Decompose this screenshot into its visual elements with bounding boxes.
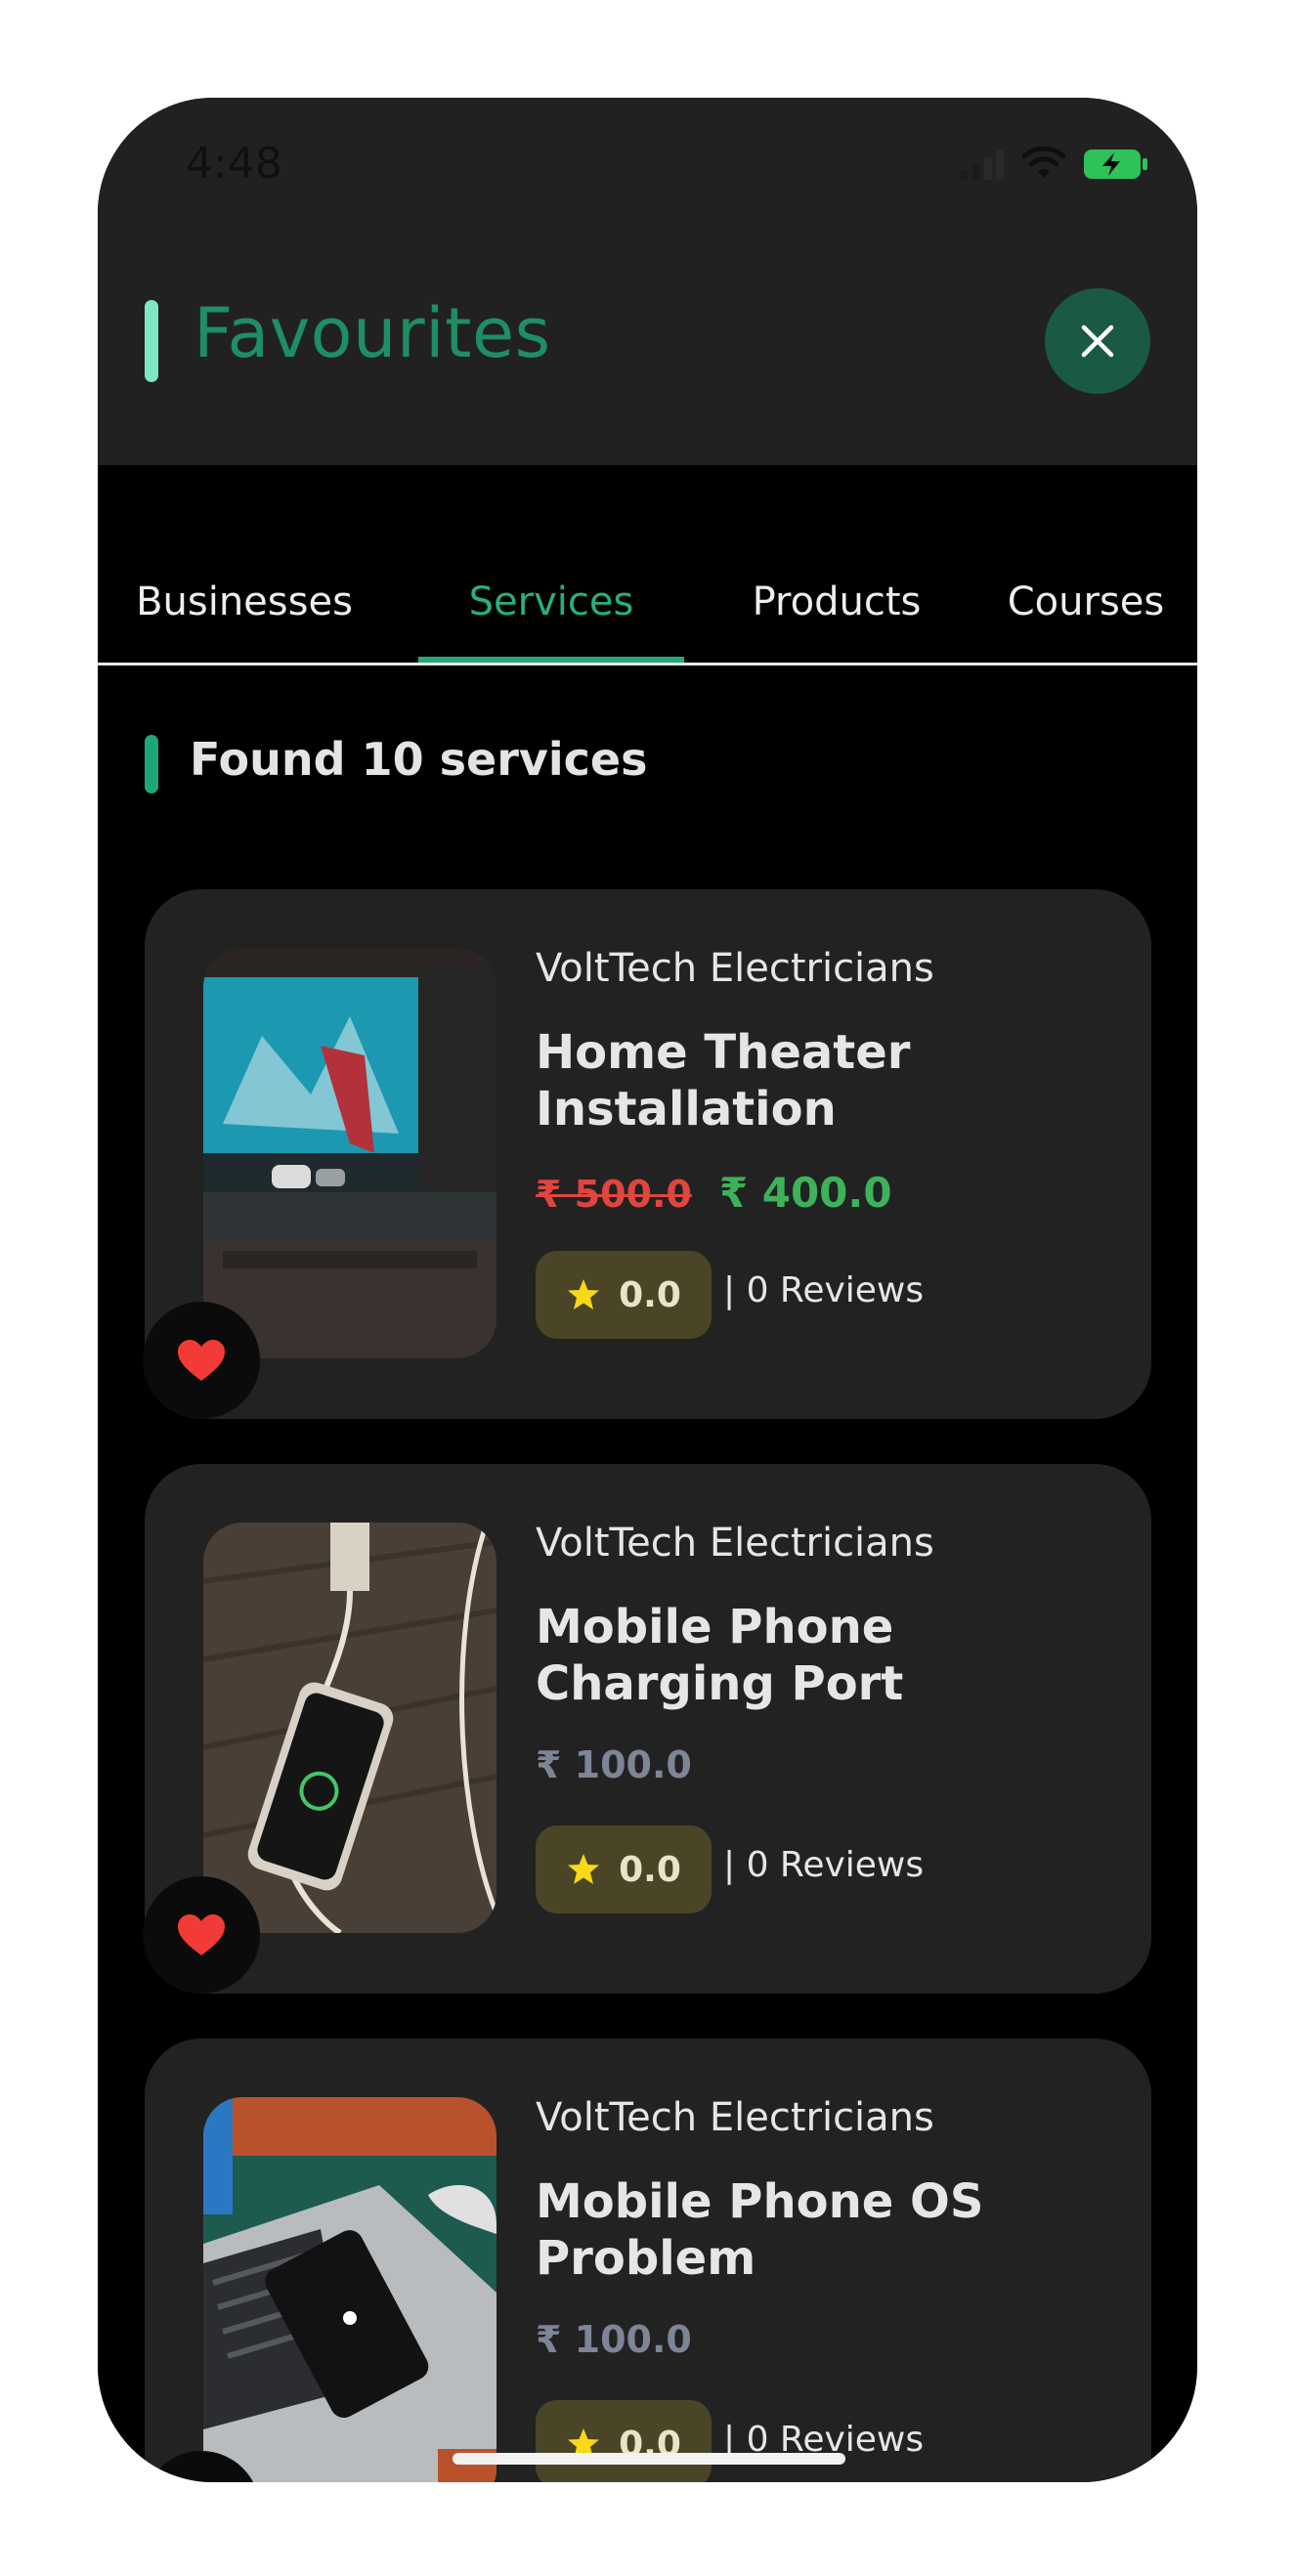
star-icon bbox=[568, 1854, 600, 1884]
service-image-os-problem bbox=[203, 2097, 496, 2482]
service-price: ₹ 100.0 bbox=[536, 1743, 692, 1786]
tab-businesses[interactable]: Businesses bbox=[127, 563, 362, 663]
provider-name: VoltTech Electricians bbox=[536, 1521, 934, 1566]
service-image-home-theater bbox=[203, 948, 496, 1358]
close-button[interactable] bbox=[1045, 288, 1150, 394]
service-card[interactable]: VoltTech Electricians Mobile Phone OS Pr… bbox=[143, 2039, 1151, 2482]
heart-icon bbox=[178, 1340, 225, 1381]
price-row: ₹ 100.0 bbox=[536, 2318, 692, 2361]
tab-courses[interactable]: Courses bbox=[983, 563, 1188, 663]
home-indicator[interactable] bbox=[453, 2453, 845, 2465]
star-icon bbox=[568, 1279, 600, 1309]
category-tabs: Businesses Services Products Courses bbox=[98, 563, 1197, 665]
results-accent-bar bbox=[145, 735, 158, 794]
app-header: 4:48 Favourites bbox=[98, 98, 1197, 465]
favourite-button[interactable] bbox=[143, 1876, 260, 1994]
rating-badge: 0.0 bbox=[536, 1825, 712, 1913]
price-row: ₹ 100.0 bbox=[536, 1743, 692, 1786]
rating-value: 0.0 bbox=[619, 1274, 681, 1315]
wifi-icon bbox=[1022, 147, 1065, 178]
page-title: Favourites bbox=[194, 293, 551, 373]
reviews-count[interactable]: | 0 Reviews bbox=[723, 1270, 924, 1310]
original-price: ₹ 500.0 bbox=[536, 1173, 692, 1216]
service-title: Home Theater Installation bbox=[536, 1025, 911, 1137]
cellular-signal-icon bbox=[961, 150, 1004, 180]
rating-badge: 0.0 bbox=[536, 2400, 712, 2482]
tab-products[interactable]: Products bbox=[719, 563, 954, 663]
status-time: 4:48 bbox=[186, 139, 282, 189]
reviews-count[interactable]: | 0 Reviews bbox=[723, 1845, 924, 1885]
service-title: Mobile Phone Charging Port bbox=[536, 1600, 904, 1711]
service-image-charging-port bbox=[203, 1523, 496, 1933]
provider-name: VoltTech Electricians bbox=[536, 2095, 934, 2140]
discounted-price: ₹ 400.0 bbox=[718, 1169, 892, 1217]
rating-value: 0.0 bbox=[619, 1849, 681, 1890]
phone-screen: 4:48 Favourites Businesses Services Prod… bbox=[98, 98, 1197, 2482]
results-count: Found 10 services bbox=[190, 733, 648, 786]
provider-name: VoltTech Electricians bbox=[536, 946, 934, 991]
service-card[interactable]: VoltTech Electricians Home Theater Insta… bbox=[143, 889, 1151, 1419]
favourite-button[interactable] bbox=[143, 1302, 260, 1419]
close-icon bbox=[1081, 324, 1114, 358]
tab-services[interactable]: Services bbox=[418, 563, 684, 663]
battery-charging-icon bbox=[1084, 150, 1147, 179]
service-title: Mobile Phone OS Problem bbox=[536, 2174, 984, 2286]
price-row: ₹ 500.0 ₹ 400.0 bbox=[536, 1169, 892, 1217]
service-card[interactable]: VoltTech Electricians Mobile Phone Charg… bbox=[143, 1464, 1151, 1994]
rating-badge: 0.0 bbox=[536, 1251, 712, 1339]
title-accent-bar bbox=[145, 300, 158, 382]
active-tab-indicator bbox=[418, 657, 684, 663]
service-price: ₹ 100.0 bbox=[536, 2318, 692, 2361]
heart-icon bbox=[178, 1914, 225, 1955]
